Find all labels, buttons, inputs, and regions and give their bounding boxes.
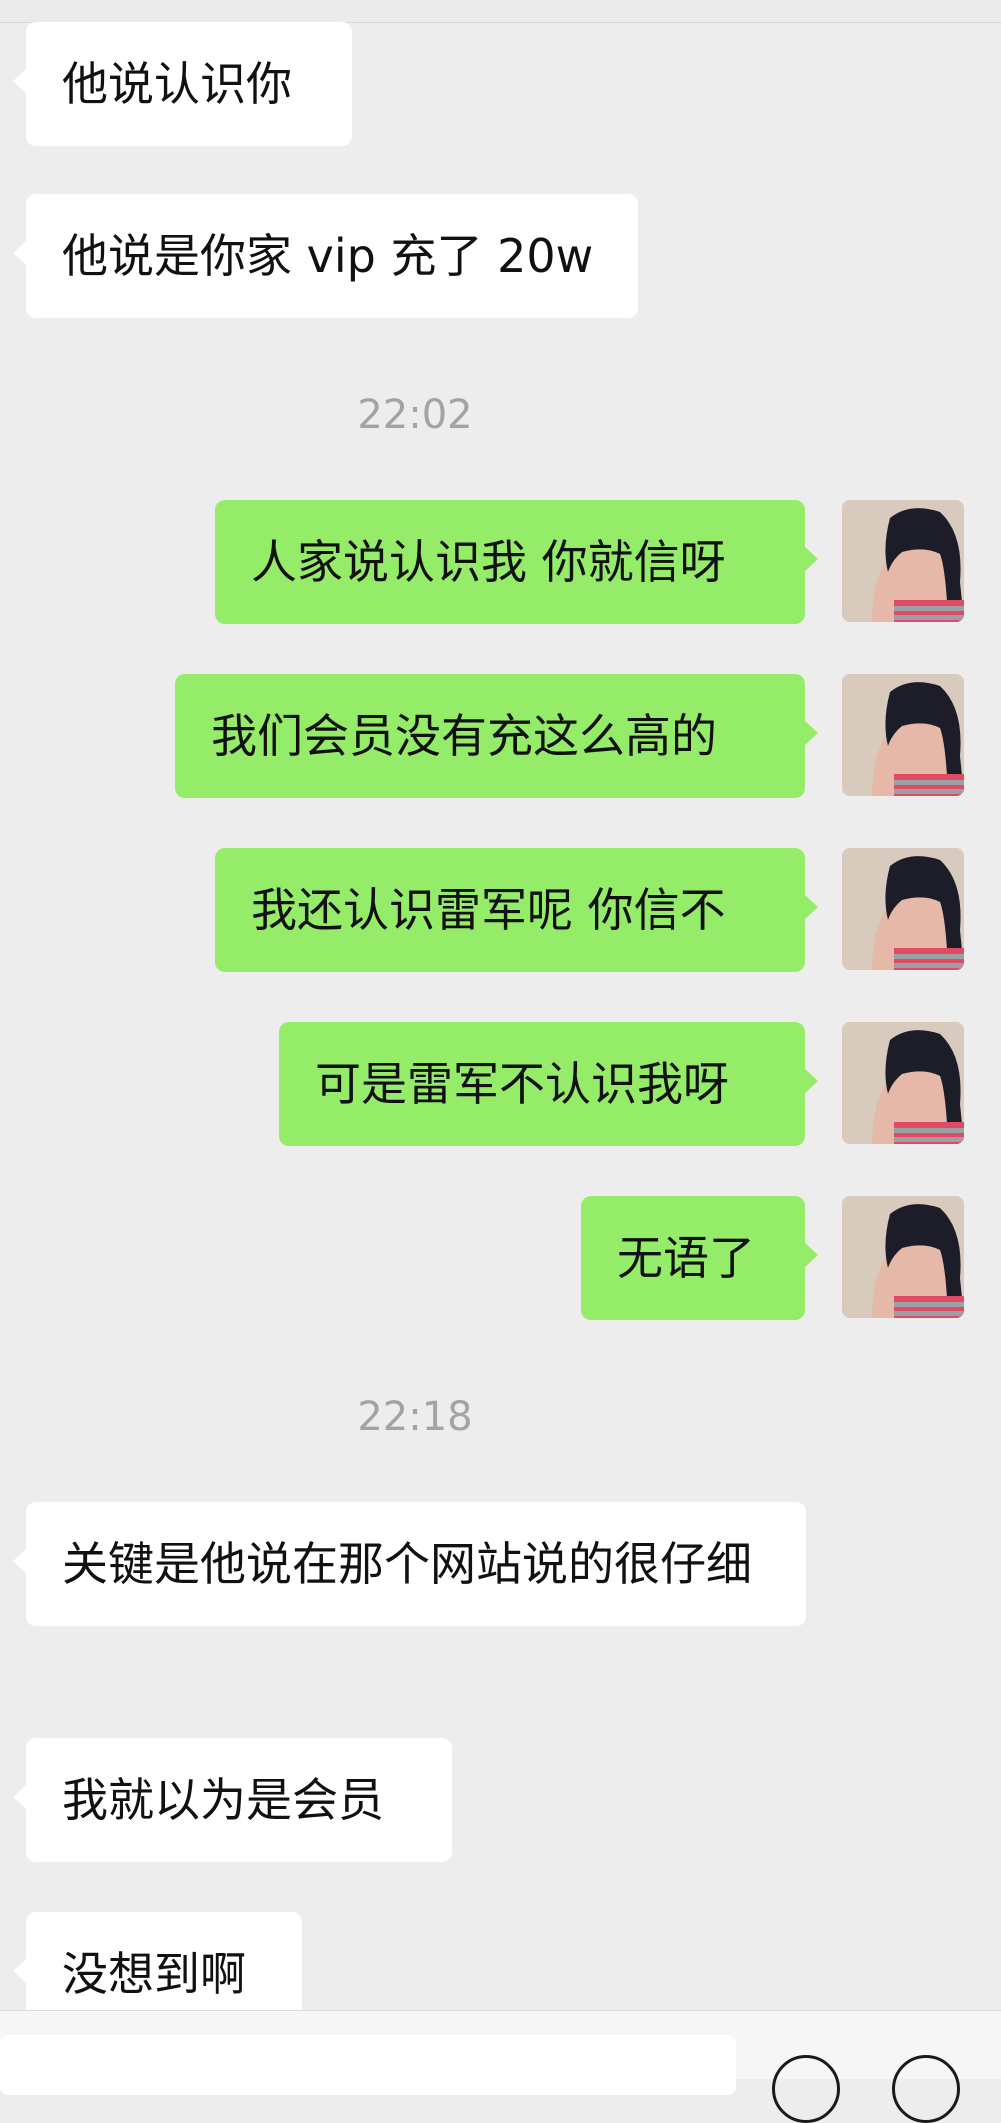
incoming-message[interactable]: 他说是你家 vip 充了 20w (13, 194, 638, 318)
outgoing-message[interactable]: 无语了 (581, 1196, 818, 1320)
avatar-image (842, 1196, 964, 1318)
avatar[interactable] (842, 1196, 964, 1318)
outgoing-message[interactable]: 我们会员没有充这么高的 (175, 674, 818, 798)
message-input[interactable] (0, 2035, 736, 2095)
incoming-message[interactable]: 关键是他说在那个网站说的很仔细 (13, 1502, 806, 1626)
timestamp: 22:18 (357, 1394, 473, 1440)
chat-area[interactable]: 他说认识你 他说是你家 vip 充了 20w 22:02 人家说认识我 你就信呀… (0, 0, 1001, 2052)
avatar[interactable] (842, 500, 964, 622)
avatar-image (842, 848, 964, 970)
emoji-button[interactable] (772, 2055, 840, 2123)
avatar[interactable] (842, 848, 964, 970)
avatar-image (842, 674, 964, 796)
incoming-message[interactable]: 他说认识你 (13, 22, 352, 146)
avatar-image (842, 500, 964, 622)
avatar[interactable] (842, 674, 964, 796)
outgoing-message[interactable]: 人家说认识我 你就信呀 (215, 500, 818, 624)
avatar[interactable] (842, 1022, 964, 1144)
more-button[interactable] (892, 2055, 960, 2123)
avatar-image (842, 1022, 964, 1144)
incoming-message[interactable]: 我就以为是会员 (13, 1738, 452, 1862)
timestamp: 22:02 (357, 392, 473, 438)
input-bar (0, 2010, 1001, 2123)
outgoing-message[interactable]: 我还认识雷军呢 你信不 (215, 848, 818, 972)
outgoing-message[interactable]: 可是雷军不认识我呀 (279, 1022, 818, 1146)
